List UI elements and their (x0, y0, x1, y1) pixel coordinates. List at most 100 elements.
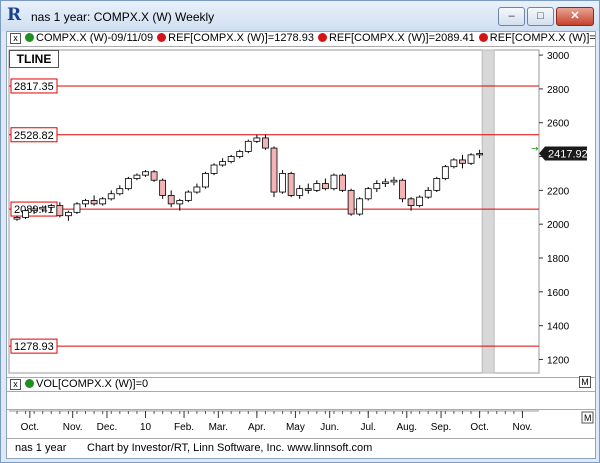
candle-body (262, 137, 269, 149)
candle-body (73, 203, 81, 213)
price-legend: x COMPX.X (W)-09/11/09 REF[COMPX.X (W)]=12… (7, 32, 595, 47)
x-tick-label: Oct. (21, 422, 39, 433)
candle-body (381, 181, 389, 184)
candle-body (296, 188, 304, 196)
candle-body (459, 159, 466, 164)
close-button[interactable]: ✕ (556, 7, 594, 26)
minimize-button[interactable]: – (498, 7, 525, 26)
maximize-icon: □ (537, 10, 544, 22)
last-price-label: 2417.92 (548, 149, 588, 161)
last-price-arrow-icon: → (531, 145, 539, 155)
y-tick-label: 1200 (547, 355, 570, 366)
y-tick-label: 1400 (547, 322, 570, 333)
candle-body (22, 210, 29, 218)
x-tick-label: Nov. (513, 422, 533, 433)
candle-body (347, 189, 355, 215)
chart-client-area: x COMPX.X (W)-09/11/09 REF[COMPX.X (W)]=12… (6, 31, 596, 459)
candle-body (219, 161, 227, 166)
x-tick-label: Nov. (63, 422, 83, 433)
y-tick-label: 2200 (547, 186, 570, 197)
candle-body (99, 198, 107, 205)
footer-chart-name: nas 1 year (15, 442, 67, 454)
x-tick-label: Feb. (174, 422, 194, 433)
candle-body (373, 183, 381, 190)
candle-body (210, 164, 218, 174)
candle-body (116, 188, 124, 195)
maximize-button[interactable]: □ (527, 7, 554, 26)
candle-body (424, 189, 432, 198)
x-tick-label: Jul. (360, 422, 376, 433)
volume-legend-text[interactable]: VOL[COMPX.X (W)]=0 (36, 378, 148, 390)
axis-menu-label: M (584, 413, 592, 423)
candle-body (13, 217, 21, 220)
y-tick-label: 1600 (547, 288, 570, 299)
candle-body (167, 195, 175, 205)
candle-body (339, 174, 346, 191)
candle-body (390, 179, 398, 183)
candle-body (202, 173, 209, 188)
candle-body (65, 211, 72, 217)
reference-label: 2528.82 (14, 130, 54, 142)
y-tick-label: 2000 (547, 220, 570, 231)
x-tick-label: Mar. (209, 422, 228, 433)
volume-dot-icon (25, 379, 34, 388)
candle-body (56, 205, 64, 217)
y-tick-label: 2600 (547, 119, 570, 130)
y-tick-label: 3000 (547, 51, 570, 62)
candle-body (82, 200, 89, 205)
reference-label: 1278.93 (14, 341, 54, 353)
price-chart[interactable]: 1200140016001800200022002400260028003000… (7, 48, 595, 378)
x-tick-label: Oct. (470, 422, 488, 433)
axis-menu-button[interactable]: M (579, 376, 591, 388)
footer-credit: Chart by Investor/RT, Linn Software, Inc… (87, 442, 373, 454)
tline-label[interactable]: TLINE (9, 50, 59, 68)
legend-close-icon[interactable]: x (10, 33, 21, 44)
ref-dot-icon (478, 33, 488, 42)
candle-body (184, 191, 192, 201)
highlight-column (481, 49, 495, 374)
candle-body (433, 178, 441, 191)
candle-body (476, 153, 484, 156)
legend-item-price[interactable]: COMPX.X (W)-09/11/09 (36, 32, 153, 44)
candle-body (159, 179, 167, 196)
app-window: R nas 1 year: COMPX.X (W) Weekly – □ ✕ x… (0, 0, 600, 463)
candle-body (90, 200, 98, 205)
candle-body (142, 171, 149, 176)
date-axis: Oct. Nov. Dec. 10 Feb. Mar. Apr. May Jun. Jul. Aug… (9, 410, 594, 433)
candle-body (47, 205, 55, 208)
legend-item-ref-2[interactable]: REF[COMPX.X (W)]=2089.41 (329, 32, 475, 44)
candle-body (30, 208, 38, 212)
candle-body (39, 206, 47, 210)
app-logo-icon: R (7, 5, 22, 25)
candle-body (227, 156, 235, 163)
candle-body (253, 137, 261, 142)
x-tick-label: 10 (140, 422, 152, 433)
x-tick-label: Sep. (431, 422, 452, 433)
close-icon: ✕ (570, 10, 580, 22)
candle-body (356, 198, 364, 215)
candle-body (399, 179, 406, 200)
plot-area (8, 49, 540, 374)
volume-panel (7, 392, 595, 410)
minimize-icon: – (508, 10, 515, 22)
ref-dot-icon (157, 33, 167, 42)
candle-body (176, 200, 184, 205)
candle-body (279, 173, 286, 193)
y-tick-label: 2800 (547, 85, 570, 96)
candle-body (236, 151, 244, 157)
legend-item-ref-1[interactable]: REF[COMPX.X (W)]=1278.93 (168, 32, 314, 44)
reference-label: 2817.35 (14, 81, 54, 93)
title-bar[interactable]: R nas 1 year: COMPX.X (W) Weekly – □ ✕ (1, 1, 599, 31)
candle-body (441, 166, 449, 179)
candle-body (364, 188, 372, 200)
volume-close-icon[interactable]: x (10, 379, 21, 390)
ref-dot-icon (317, 33, 327, 42)
candle-body (450, 159, 458, 168)
candle-body (133, 174, 141, 179)
candle-body (124, 178, 132, 190)
legend-item-ref-3[interactable]: REF[COMPX.X (W)]=2528.82 (490, 32, 595, 44)
candle-body (330, 174, 338, 190)
x-tick-label: Jun. (320, 422, 339, 433)
candle-body (193, 186, 201, 193)
candle-body (313, 183, 321, 191)
